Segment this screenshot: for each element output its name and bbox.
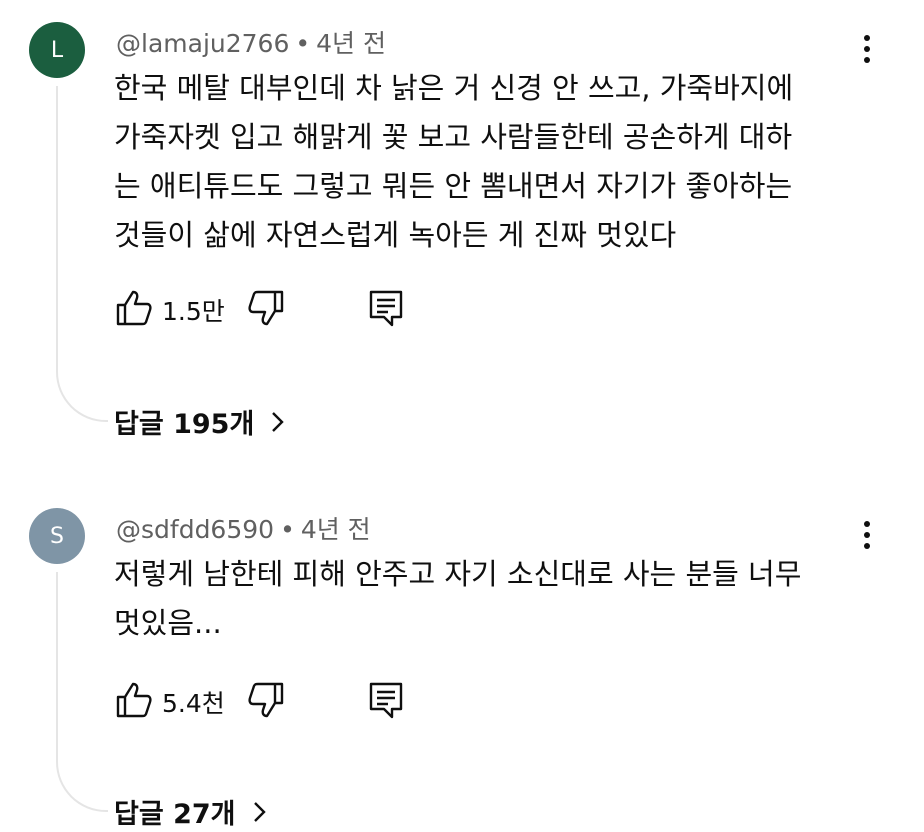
more-vert-icon — [864, 521, 870, 527]
author-handle[interactable]: @sdfdd6590 — [116, 515, 274, 544]
more-vert-icon — [864, 35, 870, 41]
dislike-icon[interactable] — [246, 288, 286, 328]
avatar[interactable]: L — [29, 22, 85, 78]
replies-label: 답글 195개 — [114, 409, 255, 440]
comment-line: 저렇게 남한테 피해 안주고 자기 소신대로 사는 분들 너무 — [114, 557, 802, 591]
more-vert-icon-dot — [864, 46, 870, 52]
replies-toggle[interactable]: 답글 27개 — [114, 792, 270, 831]
thread-line — [56, 86, 108, 422]
chevron-right-icon — [272, 411, 284, 432]
reply-icon[interactable] — [366, 680, 406, 720]
comment-meta: @lamaju2766 • 4년 전 — [116, 24, 386, 60]
comment-actions: 1.5만 — [114, 288, 434, 328]
comment-line: 가죽자켓 입고 해맑게 꽃 보고 사람들한테 공손하게 대하 — [114, 120, 793, 154]
comment-line: 것들이 삶에 자연스럽게 녹아든 게 진짜 멋있다 — [114, 218, 677, 252]
chevron-right-icon — [253, 801, 266, 822]
dislike-icon[interactable] — [246, 680, 286, 720]
comment-item: S @sdfdd6590 • 4년 전 저렇게 남한테 피해 안주고 자기 소신대로… — [0, 460, 924, 832]
comment-text: 저렇게 남한테 피해 안주고 자기 소신대로 사는 분들 너무 멋있음... — [114, 550, 874, 648]
comment-actions: 5.4천 — [114, 680, 434, 720]
more-vert-icon-dot — [864, 543, 870, 549]
more-options-button[interactable] — [852, 29, 882, 69]
comment-time[interactable]: 4년 전 — [316, 29, 386, 58]
like-icon[interactable] — [114, 680, 154, 720]
comment-text: 한국 메탈 대부인데 차 낡은 거 신경 안 쓰고, 가죽바지에 가죽자켓 입고… — [114, 64, 874, 260]
comment-line: 한국 메탈 대부인데 차 낡은 거 신경 안 쓰고, 가죽바지에 — [114, 71, 794, 105]
comment-item: L @lamaju2766 • 4년 전 한국 메탈 대부인데 차 낡은 거 신경 … — [0, 0, 924, 460]
more-vert-icon-dot — [864, 57, 870, 63]
like-count: 1.5만 — [162, 297, 225, 326]
avatar[interactable]: S — [29, 508, 85, 564]
comment-time[interactable]: 4년 전 — [301, 515, 371, 544]
meta-separator: • — [295, 29, 311, 58]
author-handle[interactable]: @lamaju2766 — [116, 29, 289, 58]
replies-label: 답글 27개 — [114, 799, 236, 830]
replies-toggle[interactable]: 답글 195개 — [114, 402, 288, 441]
like-count: 5.4천 — [162, 689, 225, 718]
comment-line: 멋있음... — [114, 606, 222, 640]
more-vert-icon-dot — [864, 532, 870, 538]
comment-meta: @sdfdd6590 • 4년 전 — [116, 510, 371, 546]
like-icon[interactable] — [114, 288, 154, 328]
meta-separator: • — [280, 515, 295, 544]
comment-line: 는 애티튜드도 그렇고 뭐든 안 뽐내면서 자기가 좋아하는 — [114, 169, 793, 203]
more-options-button[interactable] — [852, 515, 882, 555]
reply-icon[interactable] — [366, 288, 406, 328]
thread-line — [56, 572, 108, 812]
